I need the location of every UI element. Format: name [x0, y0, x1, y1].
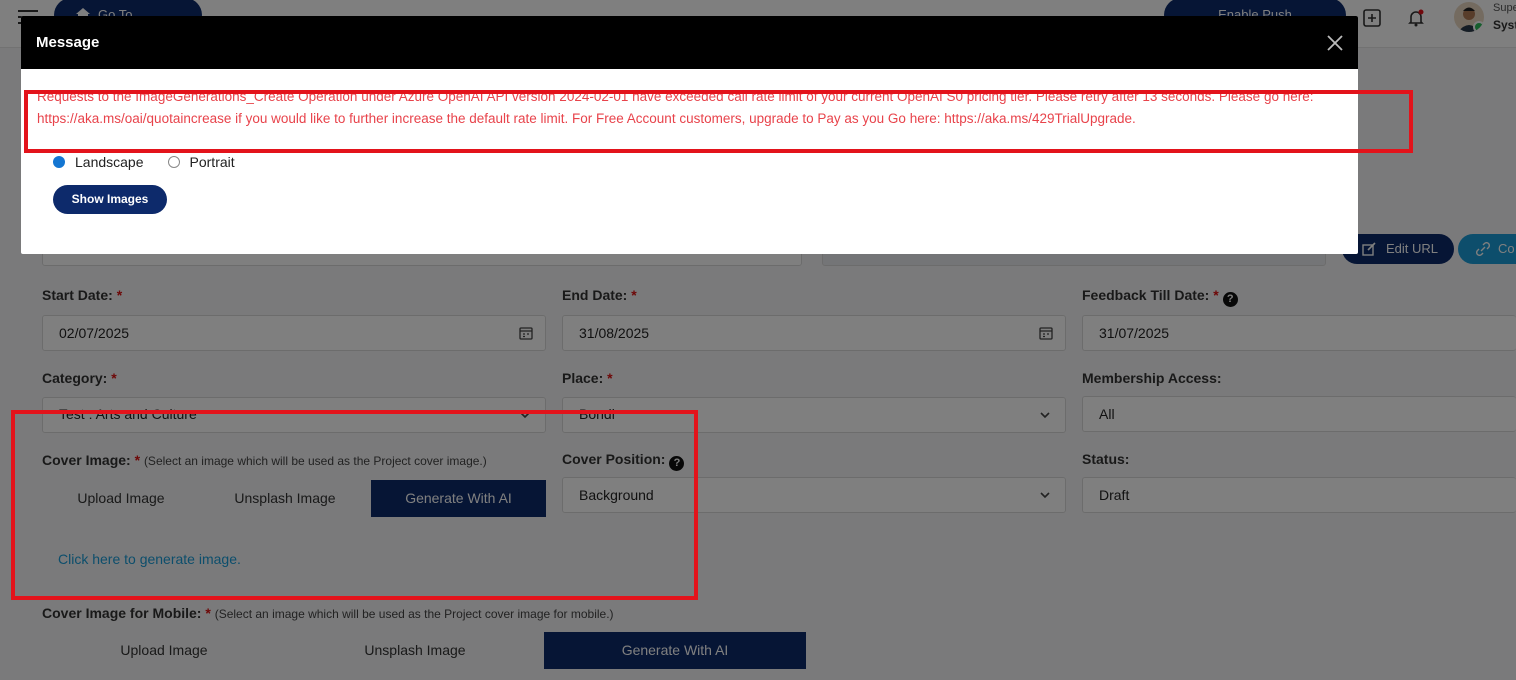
radio-portrait[interactable]: [167, 156, 180, 168]
annotation-box-cover-image: [11, 410, 698, 600]
close-icon[interactable]: [1326, 34, 1344, 52]
radio-landscape[interactable]: [53, 156, 65, 168]
modal-header: Message: [21, 16, 1358, 69]
modal-title: Message: [36, 34, 100, 51]
orientation-options: Landscape Portrait: [53, 154, 259, 170]
portrait-label[interactable]: Portrait: [190, 154, 235, 170]
show-images-button[interactable]: Show Images: [53, 185, 167, 214]
annotation-box-error: [24, 90, 1413, 153]
landscape-label[interactable]: Landscape: [75, 154, 144, 170]
